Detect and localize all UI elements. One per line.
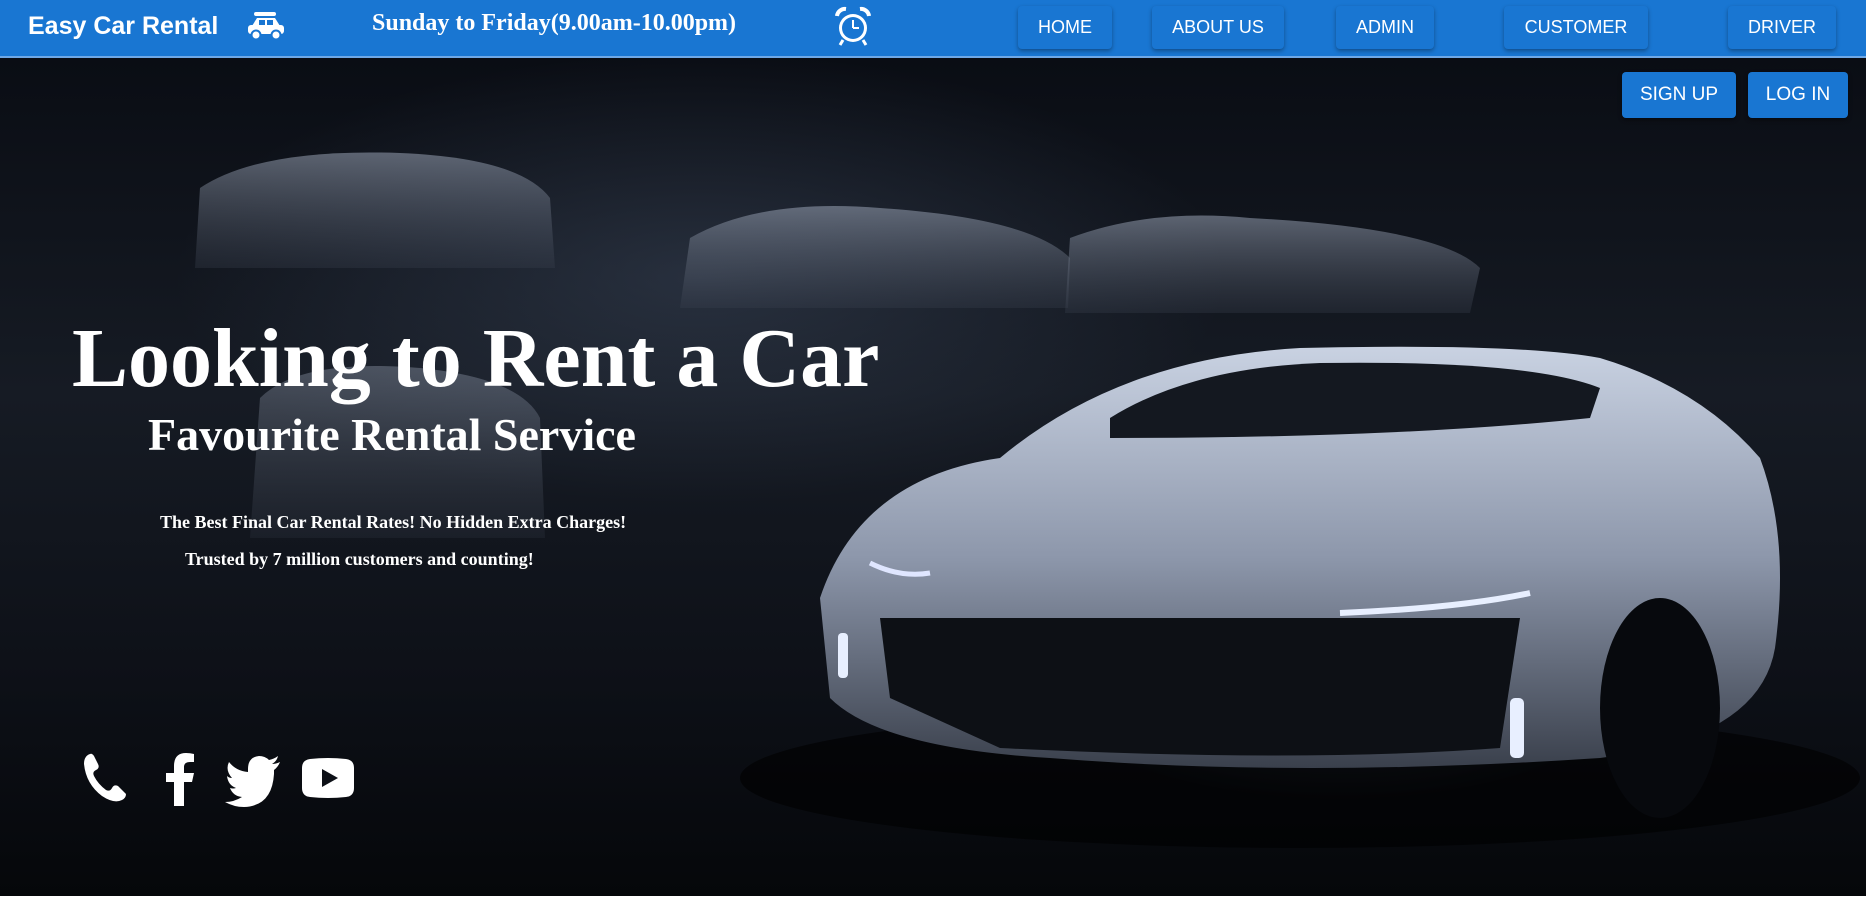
hero-tagline-rates: The Best Final Car Rental Rates! No Hidd… xyxy=(160,512,627,532)
business-hours: Sunday to Friday(9.00am-10.00pm) xyxy=(372,10,737,36)
nav-driver-button[interactable]: DRIVER xyxy=(1728,6,1836,49)
log-in-button[interactable]: LOG IN xyxy=(1748,72,1848,118)
twitter-icon[interactable] xyxy=(224,748,284,808)
sign-up-button[interactable]: SIGN UP xyxy=(1622,72,1736,118)
nav-about-button[interactable]: ABOUT US xyxy=(1152,6,1284,49)
page-bottom-edge xyxy=(0,896,1866,900)
alarm-clock-icon xyxy=(835,6,871,46)
nav-admin-button[interactable]: ADMIN xyxy=(1336,6,1434,49)
phone-icon[interactable] xyxy=(76,748,136,808)
top-navbar: Easy Car Rental Sunday to Friday(9.00am-… xyxy=(0,0,1866,58)
hero-headline: Looking to Rent a Car xyxy=(72,312,880,405)
facebook-icon[interactable] xyxy=(150,748,210,808)
nav-home-button[interactable]: HOME xyxy=(1018,6,1112,49)
car-icon xyxy=(248,12,284,41)
youtube-icon[interactable] xyxy=(298,748,358,808)
brand-name[interactable]: Easy Car Rental xyxy=(28,12,218,41)
nav-customer-button[interactable]: CUSTOMER xyxy=(1504,6,1648,49)
hero-subheadline: Favourite Rental Service xyxy=(148,409,636,460)
hero-tagline-trusted: Trusted by 7 million customers and count… xyxy=(185,549,534,569)
